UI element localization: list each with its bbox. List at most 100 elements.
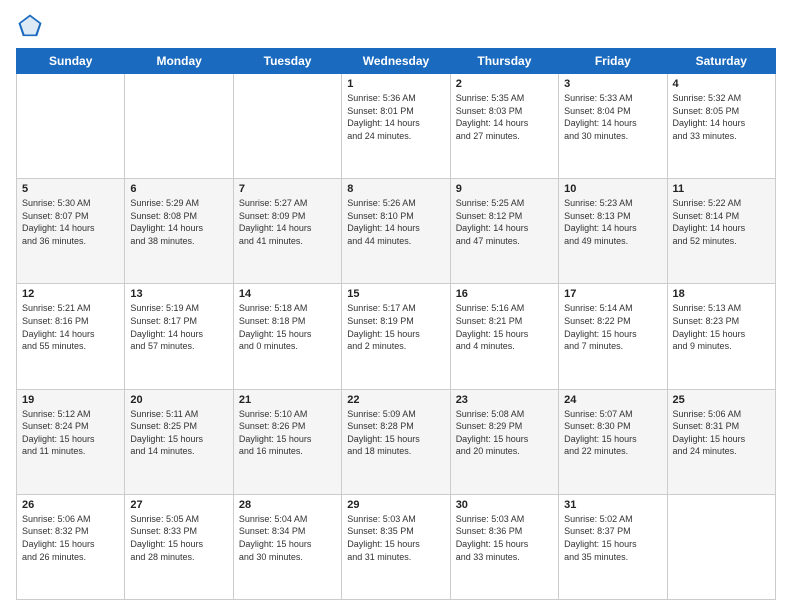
day-info: Sunrise: 5:03 AM Sunset: 8:35 PM Dayligh… xyxy=(347,513,444,563)
day-info: Sunrise: 5:13 AM Sunset: 8:23 PM Dayligh… xyxy=(673,302,770,352)
calendar-cell: 25 Sunrise: 5:06 AM Sunset: 8:31 PM Dayli… xyxy=(667,389,775,494)
day-info: Sunrise: 5:30 AM Sunset: 8:07 PM Dayligh… xyxy=(22,197,119,247)
calendar-cell: 8 Sunrise: 5:26 AM Sunset: 8:10 PM Daylig… xyxy=(342,179,450,284)
day-info: Sunrise: 5:27 AM Sunset: 8:09 PM Dayligh… xyxy=(239,197,336,247)
day-number: 18 xyxy=(673,288,770,300)
day-info: Sunrise: 5:32 AM Sunset: 8:05 PM Dayligh… xyxy=(673,92,770,142)
day-info: Sunrise: 5:07 AM Sunset: 8:30 PM Dayligh… xyxy=(564,408,661,458)
day-number: 5 xyxy=(22,183,119,195)
calendar-cell: 28 Sunrise: 5:04 AM Sunset: 8:34 PM Dayli… xyxy=(233,494,341,599)
day-number: 22 xyxy=(347,394,444,406)
day-info: Sunrise: 5:10 AM Sunset: 8:26 PM Dayligh… xyxy=(239,408,336,458)
logo xyxy=(16,12,48,40)
day-number: 4 xyxy=(673,78,770,90)
day-info: Sunrise: 5:22 AM Sunset: 8:14 PM Dayligh… xyxy=(673,197,770,247)
calendar-cell: 16Sunrise: 5:16 AM Sunset: 8:21 PM Dayli… xyxy=(450,284,558,389)
day-number: 15 xyxy=(347,288,444,300)
calendar-cell: 7 Sunrise: 5:27 AM Sunset: 8:09 PM Daylig… xyxy=(233,179,341,284)
calendar-cell: 19Sunrise: 5:12 AM Sunset: 8:24 PM Dayli… xyxy=(17,389,125,494)
calendar-week-row: 26Sunrise: 5:06 AM Sunset: 8:32 PM Dayli… xyxy=(17,494,776,599)
day-info: Sunrise: 5:09 AM Sunset: 8:28 PM Dayligh… xyxy=(347,408,444,458)
calendar-cell: 4 Sunrise: 5:32 AM Sunset: 8:05 PM Daylig… xyxy=(667,74,775,179)
calendar-cell: 18 Sunrise: 5:13 AM Sunset: 8:23 PM Dayli… xyxy=(667,284,775,389)
day-info: Sunrise: 5:33 AM Sunset: 8:04 PM Dayligh… xyxy=(564,92,661,142)
calendar-week-row: 1 Sunrise: 5:36 AM Sunset: 8:01 PM Daylig… xyxy=(17,74,776,179)
day-info: Sunrise: 5:04 AM Sunset: 8:34 PM Dayligh… xyxy=(239,513,336,563)
calendar-cell: 13 Sunrise: 5:19 AM Sunset: 8:17 PM Dayli… xyxy=(125,284,233,389)
calendar-cell: 22 Sunrise: 5:09 AM Sunset: 8:28 PM Dayli… xyxy=(342,389,450,494)
day-number: 9 xyxy=(456,183,553,195)
calendar-cell: 6Sunrise: 5:29 AM Sunset: 8:08 PM Daylig… xyxy=(125,179,233,284)
day-info: Sunrise: 5:23 AM Sunset: 8:13 PM Dayligh… xyxy=(564,197,661,247)
day-info: Sunrise: 5:26 AM Sunset: 8:10 PM Dayligh… xyxy=(347,197,444,247)
day-info: Sunrise: 5:21 AM Sunset: 8:16 PM Dayligh… xyxy=(22,302,119,352)
day-info: Sunrise: 5:08 AM Sunset: 8:29 PM Dayligh… xyxy=(456,408,553,458)
day-info: Sunrise: 5:03 AM Sunset: 8:36 PM Dayligh… xyxy=(456,513,553,563)
day-number: 13 xyxy=(130,288,227,300)
day-info: Sunrise: 5:29 AM Sunset: 8:08 PM Dayligh… xyxy=(130,197,227,247)
day-info: Sunrise: 5:17 AM Sunset: 8:19 PM Dayligh… xyxy=(347,302,444,352)
calendar-week-row: 5 Sunrise: 5:30 AM Sunset: 8:07 PM Daylig… xyxy=(17,179,776,284)
calendar-cell: 26Sunrise: 5:06 AM Sunset: 8:32 PM Dayli… xyxy=(17,494,125,599)
day-number: 23 xyxy=(456,394,553,406)
day-number: 10 xyxy=(564,183,661,195)
calendar-cell: 2 Sunrise: 5:35 AM Sunset: 8:03 PM Daylig… xyxy=(450,74,558,179)
day-number: 26 xyxy=(22,499,119,511)
day-info: Sunrise: 5:25 AM Sunset: 8:12 PM Dayligh… xyxy=(456,197,553,247)
calendar-day-header: Sunday xyxy=(17,49,125,74)
calendar-cell: 23 Sunrise: 5:08 AM Sunset: 8:29 PM Dayli… xyxy=(450,389,558,494)
logo-icon xyxy=(16,12,44,40)
calendar-cell xyxy=(17,74,125,179)
page: SundayMondayTuesdayWednesdayThursdayFrid… xyxy=(0,0,792,612)
calendar-day-header: Saturday xyxy=(667,49,775,74)
calendar-cell: 5 Sunrise: 5:30 AM Sunset: 8:07 PM Daylig… xyxy=(17,179,125,284)
day-number: 11 xyxy=(673,183,770,195)
day-number: 17 xyxy=(564,288,661,300)
day-number: 12 xyxy=(22,288,119,300)
day-info: Sunrise: 5:36 AM Sunset: 8:01 PM Dayligh… xyxy=(347,92,444,142)
calendar-cell xyxy=(233,74,341,179)
day-number: 25 xyxy=(673,394,770,406)
day-number: 24 xyxy=(564,394,661,406)
calendar-cell: 14 Sunrise: 5:18 AM Sunset: 8:18 PM Dayli… xyxy=(233,284,341,389)
day-info: Sunrise: 5:14 AM Sunset: 8:22 PM Dayligh… xyxy=(564,302,661,352)
day-info: Sunrise: 5:35 AM Sunset: 8:03 PM Dayligh… xyxy=(456,92,553,142)
calendar-day-header: Tuesday xyxy=(233,49,341,74)
calendar-week-row: 19Sunrise: 5:12 AM Sunset: 8:24 PM Dayli… xyxy=(17,389,776,494)
day-number: 14 xyxy=(239,288,336,300)
calendar-cell: 31 Sunrise: 5:02 AM Sunset: 8:37 PM Dayli… xyxy=(559,494,667,599)
calendar-week-row: 12 Sunrise: 5:21 AM Sunset: 8:16 PM Dayli… xyxy=(17,284,776,389)
day-number: 1 xyxy=(347,78,444,90)
calendar-cell: 9 Sunrise: 5:25 AM Sunset: 8:12 PM Daylig… xyxy=(450,179,558,284)
day-number: 8 xyxy=(347,183,444,195)
calendar-day-header: Wednesday xyxy=(342,49,450,74)
day-number: 7 xyxy=(239,183,336,195)
calendar-cell: 30 Sunrise: 5:03 AM Sunset: 8:36 PM Dayli… xyxy=(450,494,558,599)
day-number: 30 xyxy=(456,499,553,511)
calendar-cell: 3 Sunrise: 5:33 AM Sunset: 8:04 PM Daylig… xyxy=(559,74,667,179)
calendar-header-row: SundayMondayTuesdayWednesdayThursdayFrid… xyxy=(17,49,776,74)
calendar-day-header: Thursday xyxy=(450,49,558,74)
calendar-cell: 12 Sunrise: 5:21 AM Sunset: 8:16 PM Dayli… xyxy=(17,284,125,389)
calendar-cell: 11 Sunrise: 5:22 AM Sunset: 8:14 PM Dayli… xyxy=(667,179,775,284)
calendar-cell xyxy=(125,74,233,179)
calendar-cell: 20Sunrise: 5:11 AM Sunset: 8:25 PM Dayli… xyxy=(125,389,233,494)
day-number: 21 xyxy=(239,394,336,406)
day-number: 31 xyxy=(564,499,661,511)
day-info: Sunrise: 5:06 AM Sunset: 8:31 PM Dayligh… xyxy=(673,408,770,458)
calendar-cell: 15 Sunrise: 5:17 AM Sunset: 8:19 PM Dayli… xyxy=(342,284,450,389)
day-number: 2 xyxy=(456,78,553,90)
calendar-cell: 29Sunrise: 5:03 AM Sunset: 8:35 PM Dayli… xyxy=(342,494,450,599)
day-number: 3 xyxy=(564,78,661,90)
day-number: 27 xyxy=(130,499,227,511)
day-info: Sunrise: 5:19 AM Sunset: 8:17 PM Dayligh… xyxy=(130,302,227,352)
header xyxy=(16,12,776,40)
day-info: Sunrise: 5:18 AM Sunset: 8:18 PM Dayligh… xyxy=(239,302,336,352)
calendar-cell: 1 Sunrise: 5:36 AM Sunset: 8:01 PM Daylig… xyxy=(342,74,450,179)
day-info: Sunrise: 5:02 AM Sunset: 8:37 PM Dayligh… xyxy=(564,513,661,563)
calendar-cell: 24 Sunrise: 5:07 AM Sunset: 8:30 PM Dayli… xyxy=(559,389,667,494)
day-number: 28 xyxy=(239,499,336,511)
calendar-table: SundayMondayTuesdayWednesdayThursdayFrid… xyxy=(16,48,776,600)
day-number: 20 xyxy=(130,394,227,406)
calendar-cell: 21 Sunrise: 5:10 AM Sunset: 8:26 PM Dayli… xyxy=(233,389,341,494)
